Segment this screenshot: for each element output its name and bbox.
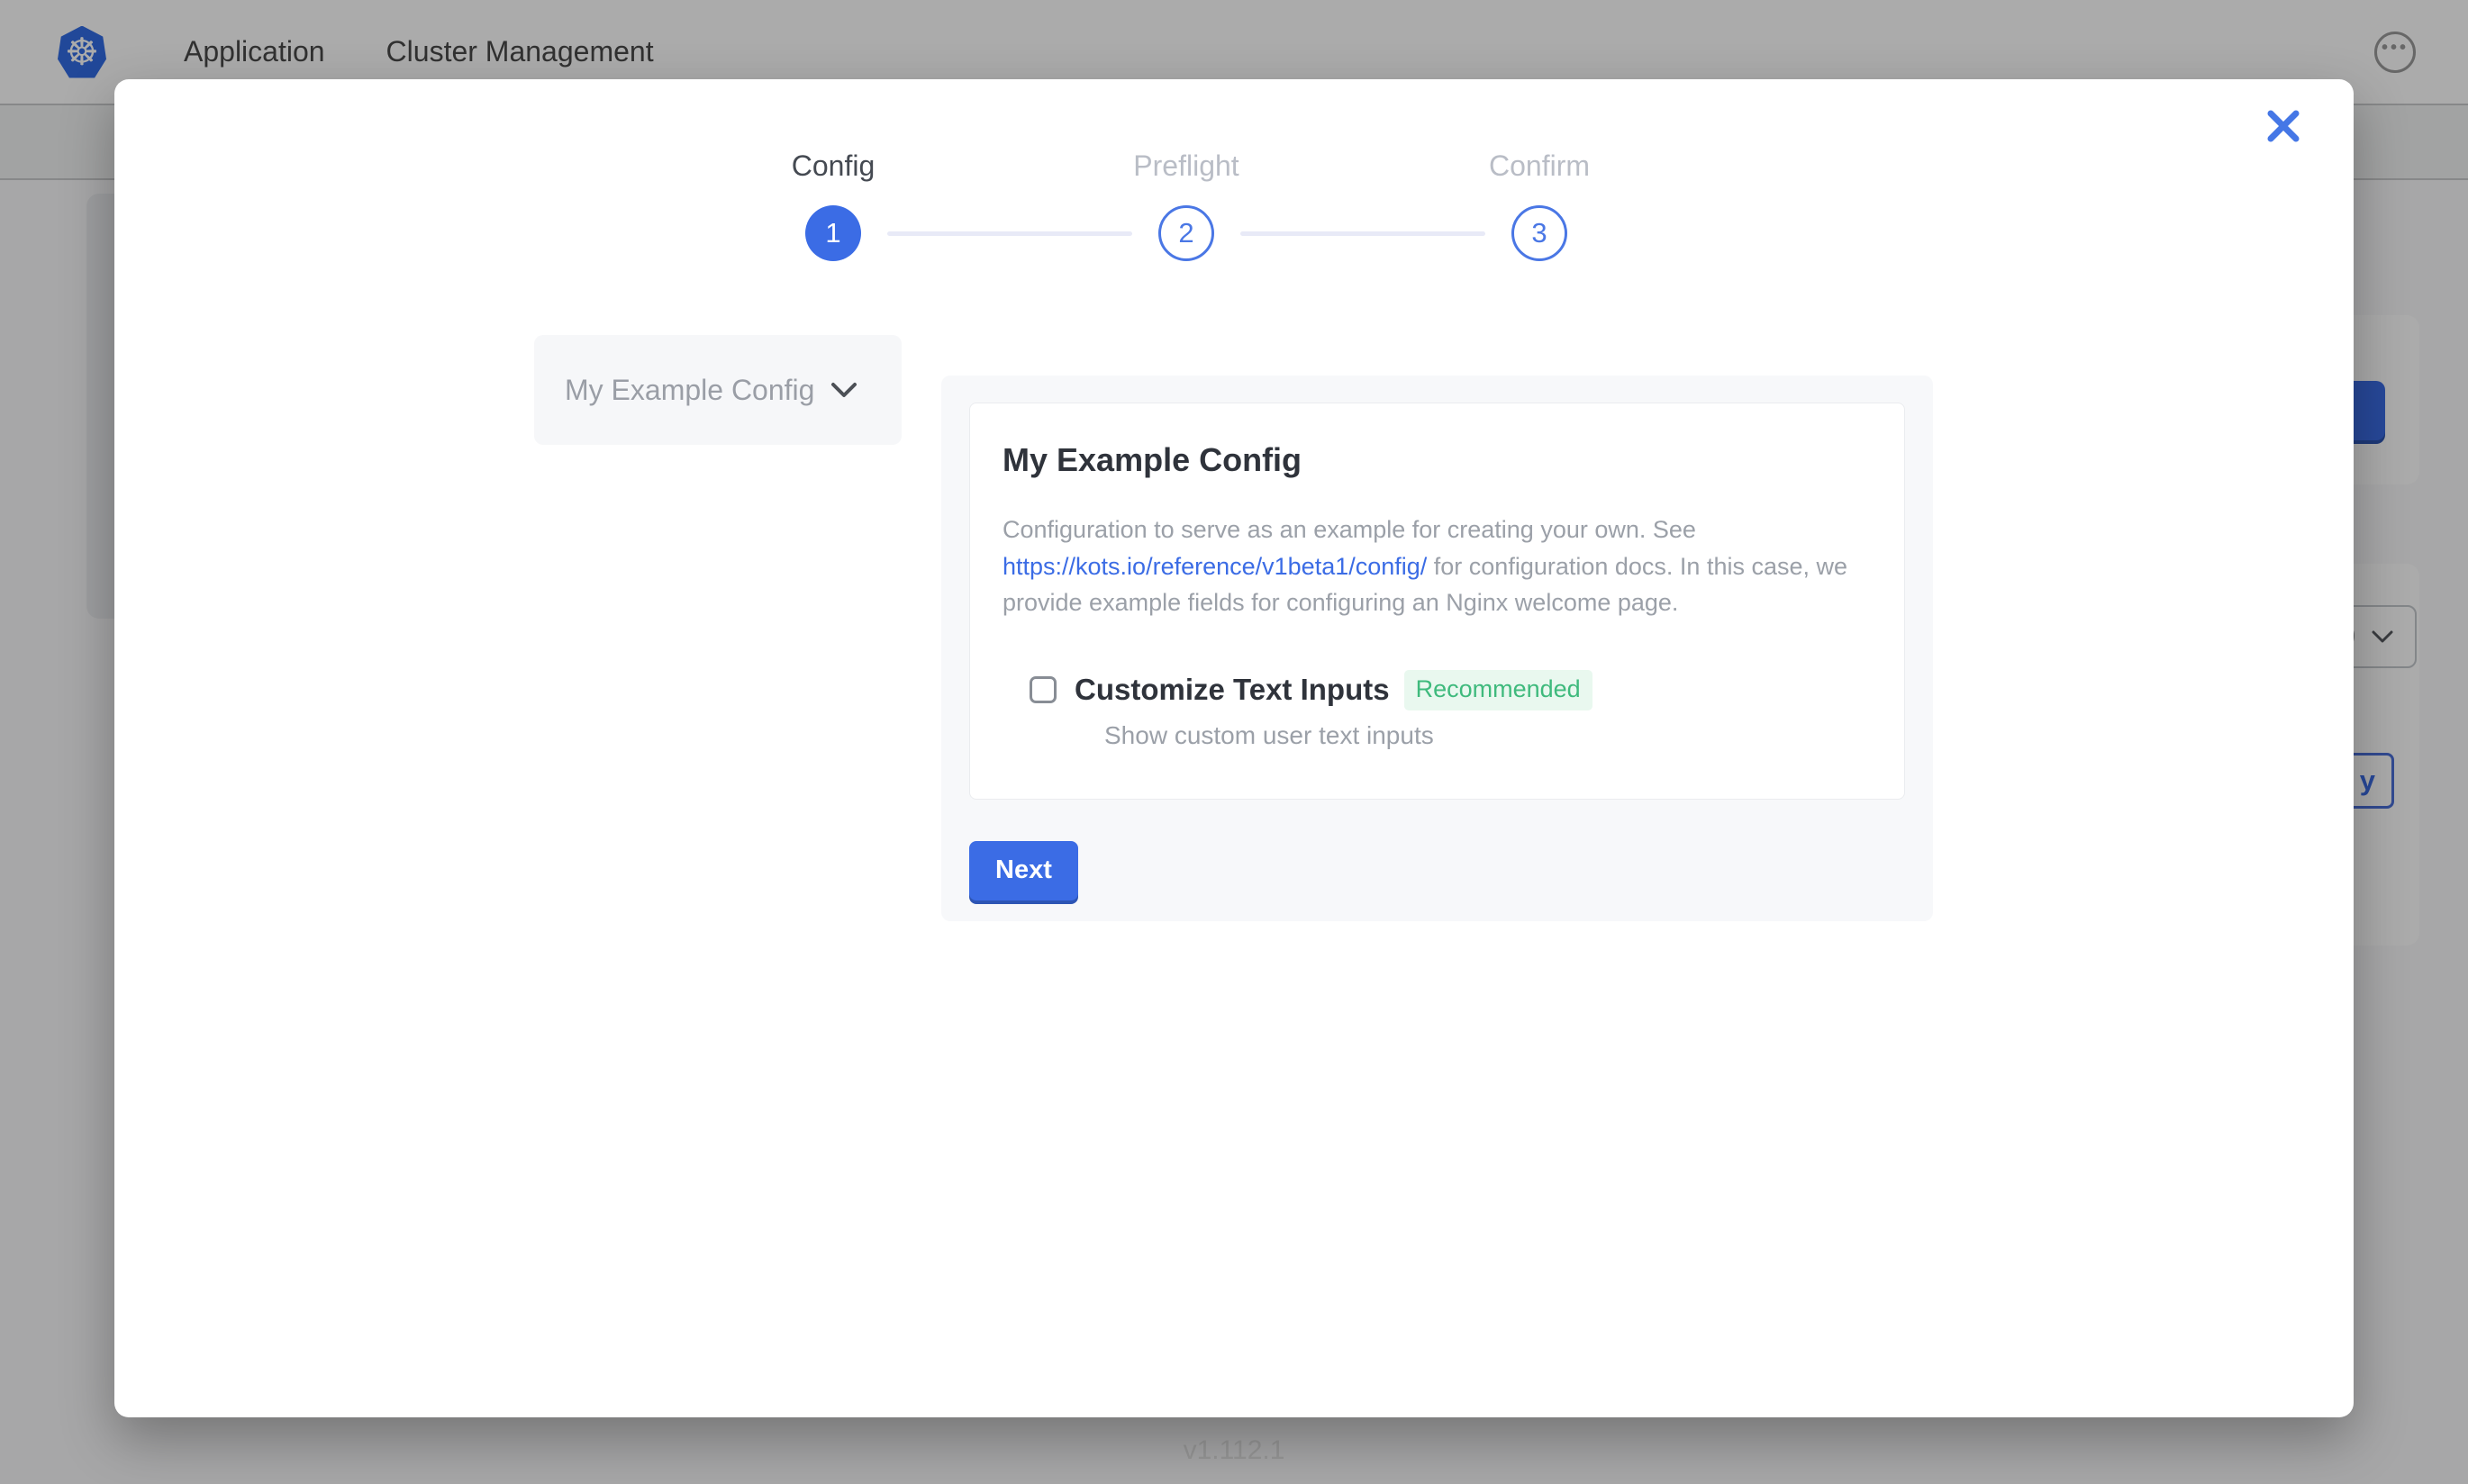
stepper-step-preflight: Preflight 2 <box>1132 148 1240 261</box>
next-button[interactable]: Next <box>969 841 1078 900</box>
step-circle: 3 <box>1511 205 1567 261</box>
config-group-dropdown-label: My Example Config <box>565 374 814 407</box>
customize-text-inputs-checkbox[interactable] <box>1030 676 1057 703</box>
description-text-before-link: Configuration to serve as an example for… <box>1003 516 1696 543</box>
customize-text-inputs-row: Customize Text Inputs Recommended <box>1030 670 1872 710</box>
stepper-connector <box>887 231 1132 236</box>
wizard-stepper: Config 1 Preflight 2 Confirm 3 <box>779 148 1593 261</box>
customize-text-inputs-help: Show custom user text inputs <box>1104 721 1872 750</box>
config-group-dropdown[interactable]: My Example Config <box>534 335 902 445</box>
step-circle: 1 <box>805 205 861 261</box>
config-group-card: My Example Config Configuration to serve… <box>969 403 1905 800</box>
stepper-step-confirm: Confirm 3 <box>1485 148 1593 261</box>
customize-text-inputs-label: Customize Text Inputs <box>1075 673 1390 707</box>
config-docs-link[interactable]: https://kots.io/reference/v1beta1/config… <box>1003 553 1427 580</box>
step-label: Config <box>792 148 876 184</box>
step-circle: 2 <box>1158 205 1214 261</box>
stepper-step-config: Config 1 <box>779 148 887 261</box>
config-group-description: Configuration to serve as an example for… <box>1003 511 1872 621</box>
chevron-down-icon <box>830 382 857 398</box>
close-icon[interactable] <box>2264 106 2303 146</box>
config-panel: My Example Config Configuration to serve… <box>941 376 1933 921</box>
stepper-connector <box>1240 231 1485 236</box>
step-label: Confirm <box>1489 148 1590 184</box>
config-group-title: My Example Config <box>1003 441 1872 479</box>
config-wizard-modal: Config 1 Preflight 2 Confirm 3 My Exampl… <box>114 79 2354 1417</box>
step-label: Preflight <box>1133 148 1239 184</box>
recommended-badge: Recommended <box>1404 670 1592 710</box>
